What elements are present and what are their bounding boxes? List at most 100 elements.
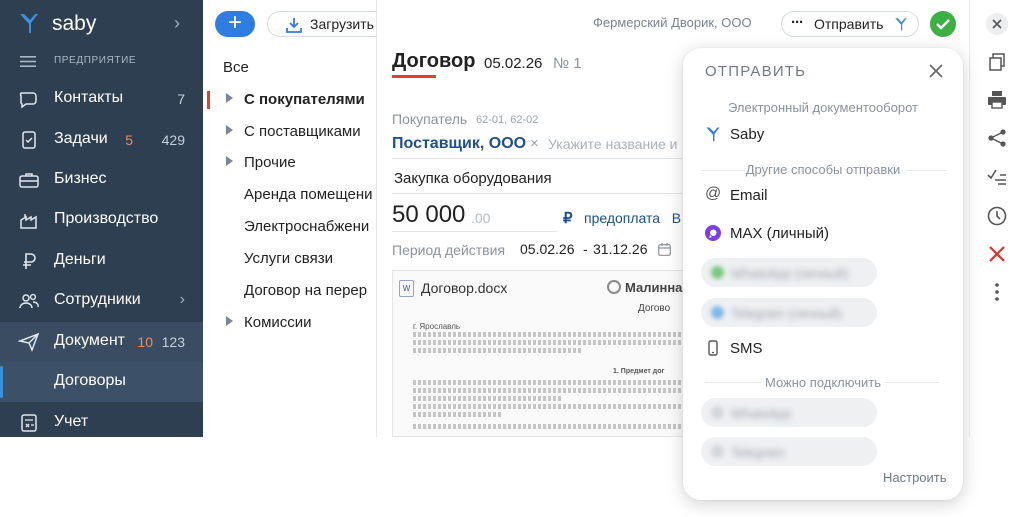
- send-popup: ОТПРАВИТЬ Электронный документооборот Sa…: [683, 48, 963, 500]
- counter-badge: 123: [161, 334, 185, 350]
- sidebar-item-label: Учет: [54, 413, 89, 430]
- folder-suppliers[interactable]: С поставщиками: [203, 117, 377, 147]
- phone-icon: [708, 340, 718, 356]
- sidebar-item-documents[interactable]: Документ 10 123: [0, 322, 203, 362]
- calendar-icon[interactable]: [658, 243, 671, 256]
- briefcase-icon: [19, 173, 39, 188]
- word-file-icon: W: [399, 280, 414, 297]
- document-date[interactable]: 05.02.26: [484, 55, 542, 72]
- sidebar-item-label: Задачи: [54, 130, 108, 147]
- text-line: [413, 348, 583, 353]
- folder-communication[interactable]: Услуги связи: [203, 244, 377, 274]
- title-underline: [392, 75, 436, 78]
- send-button[interactable]: ··· Отправить: [781, 11, 919, 37]
- logo-row[interactable]: saby ›: [0, 0, 203, 48]
- period-to[interactable]: 31.12.26: [593, 241, 648, 257]
- send-option-blurred[interactable]: Telegram (личный): [701, 298, 877, 327]
- counter-badge: 7: [177, 91, 185, 107]
- share-icon[interactable]: [986, 127, 1008, 149]
- buyer-search-input[interactable]: Укажите название и: [548, 136, 678, 152]
- sidebar-item-label: Деньги: [54, 251, 106, 268]
- more-vertical-icon[interactable]: [986, 281, 1008, 303]
- sidebar-item-label: Договоры: [54, 372, 126, 389]
- expand-arrow-icon[interactable]: [226, 125, 233, 135]
- payment-type[interactable]: предоплата В: [584, 210, 681, 226]
- text-line: [413, 404, 683, 409]
- people-icon: [19, 293, 39, 309]
- divider: [907, 170, 947, 171]
- connect-option-blurred[interactable]: WhatsApp: [701, 398, 877, 427]
- text-line: [413, 332, 683, 337]
- text-line: [413, 412, 503, 417]
- counter-hot-badge: 10: [137, 334, 153, 350]
- sidebar-item-label: Документ: [54, 332, 125, 349]
- group-label-edo: Электронный документооборот: [728, 100, 918, 115]
- ruble-icon: [23, 253, 36, 269]
- sidebar-item-business[interactable]: Бизнес: [0, 160, 203, 200]
- text-line: [413, 396, 563, 401]
- divider: [392, 193, 682, 194]
- add-button[interactable]: +: [215, 11, 255, 37]
- subject-field[interactable]: Закупка оборудования: [394, 170, 552, 187]
- folder-commissions[interactable]: Комиссии: [203, 308, 377, 338]
- document-number[interactable]: № 1: [553, 55, 582, 72]
- currency-label: ₽: [563, 210, 573, 227]
- document-preview[interactable]: W Договор.docx Малинна Догово г. Ярослав…: [392, 270, 692, 437]
- company-name[interactable]: Фермерский Дворик, ООО: [593, 15, 752, 30]
- confirm-button[interactable]: [930, 11, 956, 37]
- saby-logo-icon: [895, 18, 907, 31]
- sidebar-item-label: Производство: [54, 210, 159, 227]
- sidebar-item-employees[interactable]: Сотрудники ›: [0, 281, 203, 321]
- folder-all[interactable]: Все: [203, 53, 377, 83]
- buyer-value[interactable]: Поставщик, ООО: [392, 135, 526, 153]
- sidebar-subitem-contracts[interactable]: Договоры: [0, 362, 203, 402]
- sidebar-item-accounting[interactable]: Учет: [0, 403, 203, 443]
- sidebar-item-tasks[interactable]: Задачи 5 429: [0, 120, 203, 160]
- brand-name: Малинна: [625, 280, 683, 295]
- telegram-icon: [711, 306, 724, 319]
- expand-arrow-icon[interactable]: [226, 316, 233, 326]
- delete-icon[interactable]: [986, 243, 1008, 265]
- preview-city: г. Ярославль: [413, 322, 461, 331]
- send-option-blurred[interactable]: WhatsApp (личный): [701, 258, 877, 287]
- close-icon[interactable]: [986, 13, 1008, 35]
- folder-buyers[interactable]: С покупателями: [203, 85, 377, 115]
- period-separator: -: [583, 241, 588, 257]
- folder-processing[interactable]: Договор на перер: [203, 276, 377, 306]
- sidebar-item-contacts[interactable]: Контакты 7: [0, 79, 203, 119]
- folder-electricity[interactable]: Электроснабжени: [203, 212, 377, 242]
- buyer-label: Покупатель: [392, 111, 468, 127]
- file-name: Договор.docx: [421, 280, 508, 296]
- expand-arrow-icon[interactable]: [226, 156, 233, 166]
- divider: [392, 158, 682, 159]
- counter-badge: 429: [161, 132, 185, 148]
- copy-icon[interactable]: [986, 51, 1008, 73]
- clipboard-icon: [22, 131, 36, 149]
- counter-hot-badge: 5: [125, 132, 133, 148]
- checklist-icon[interactable]: [986, 166, 1008, 188]
- folder-other[interactable]: Прочие: [203, 148, 377, 178]
- printer-icon[interactable]: [986, 89, 1008, 111]
- more-icon[interactable]: ···: [791, 14, 804, 31]
- folder-rent[interactable]: Аренда помещени: [203, 180, 377, 210]
- expand-arrow-icon[interactable]: [226, 93, 233, 103]
- preview-section: 1. Предмет дог: [613, 368, 665, 375]
- hamburger-icon[interactable]: [20, 56, 36, 67]
- clear-icon[interactable]: ×: [530, 135, 539, 152]
- text-line: [413, 380, 683, 385]
- period-label: Период действия: [392, 242, 506, 258]
- section-label: ПРЕДПРИЯТИЕ: [54, 55, 137, 66]
- close-icon[interactable]: [929, 64, 943, 78]
- saby-logo-icon: [706, 127, 720, 142]
- period-from[interactable]: 05.02.26: [520, 241, 575, 257]
- sidebar-item-production[interactable]: Производство: [0, 200, 203, 240]
- amount-field[interactable]: 50 000: [392, 201, 465, 229]
- chevron-right-icon[interactable]: ›: [174, 13, 180, 34]
- sidebar-item-money[interactable]: Деньги: [0, 241, 203, 281]
- document-title: Договор: [392, 50, 476, 72]
- clock-icon[interactable]: [986, 205, 1008, 227]
- upload-label: Загрузить: [310, 16, 374, 32]
- sidebar-item-label: Контакты: [54, 89, 124, 106]
- connect-option-blurred[interactable]: Telegram: [701, 437, 877, 466]
- setup-link[interactable]: Настроить: [883, 470, 947, 485]
